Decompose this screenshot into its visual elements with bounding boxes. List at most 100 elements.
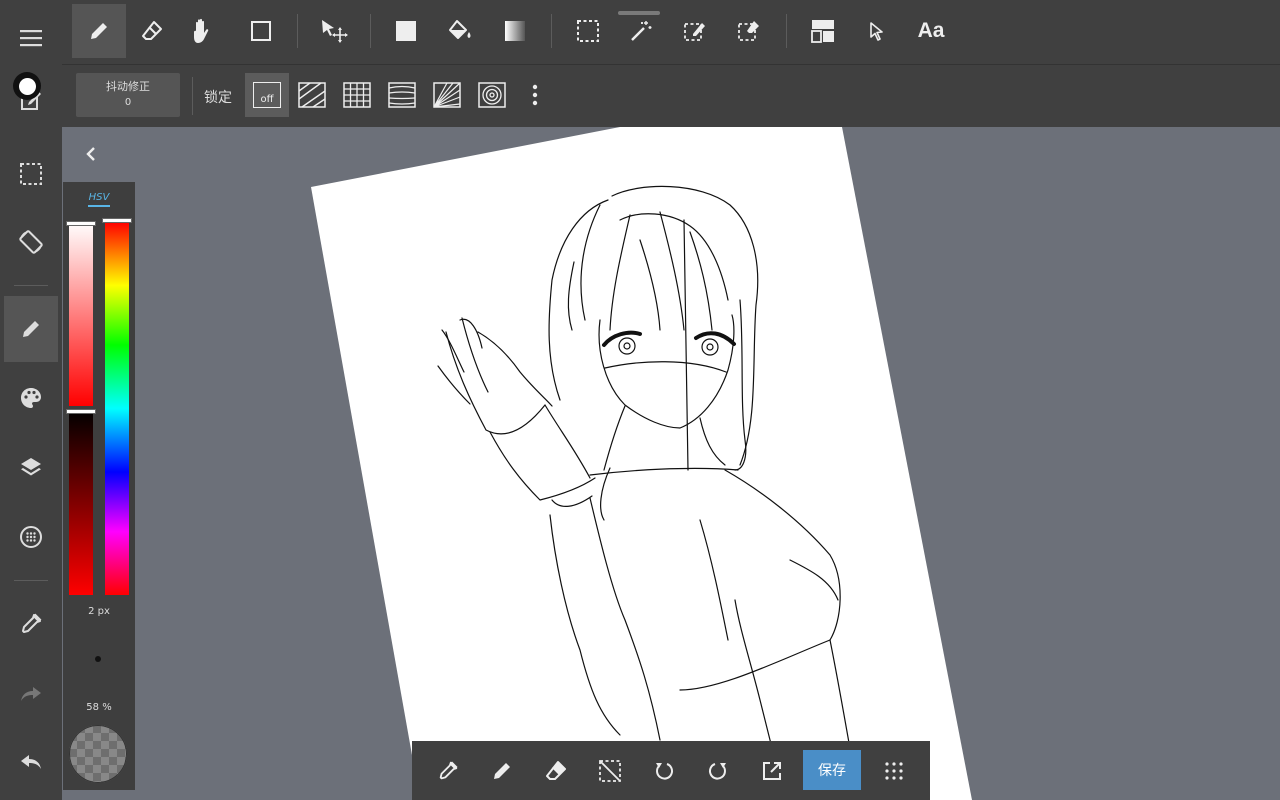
pointer-arrow-icon bbox=[870, 22, 883, 41]
eyedropper-icon bbox=[439, 761, 458, 780]
transform-button[interactable] bbox=[750, 749, 794, 793]
selection-pen-icon bbox=[684, 23, 705, 41]
magic-wand-icon bbox=[631, 21, 652, 41]
hue-handle[interactable] bbox=[103, 219, 131, 222]
hsv-tab-label: HSV bbox=[88, 192, 110, 203]
stabilizer-button[interactable]: 抖动修正 0 bbox=[76, 73, 180, 117]
chevron-left-icon bbox=[86, 147, 95, 161]
hue-slider[interactable] bbox=[105, 222, 129, 595]
value-slider[interactable] bbox=[69, 410, 93, 595]
frame-panel-icon bbox=[811, 20, 834, 43]
text-tool-button[interactable]: Aa bbox=[904, 4, 958, 58]
frame-divider-button[interactable] bbox=[796, 4, 850, 58]
hand-icon bbox=[194, 18, 209, 43]
paper-sheet bbox=[311, 127, 972, 800]
perspective-lines-icon bbox=[388, 82, 416, 108]
rotate-screen-icon bbox=[19, 230, 43, 254]
layers-button[interactable] bbox=[4, 440, 58, 494]
filled-square-icon bbox=[396, 21, 416, 41]
tab-underline bbox=[88, 205, 110, 207]
rotate-canvas-button[interactable] bbox=[4, 215, 58, 269]
brush-tool-button[interactable] bbox=[4, 296, 58, 362]
grid-ruler-button[interactable] bbox=[335, 73, 379, 117]
gradient-tool-button[interactable] bbox=[488, 4, 542, 58]
sidebar-divider bbox=[14, 580, 48, 581]
saturation-slider[interactable] bbox=[69, 222, 93, 406]
saturation-handle[interactable] bbox=[67, 222, 95, 225]
ruler-off-button[interactable]: off bbox=[245, 73, 289, 117]
palette-icon bbox=[21, 388, 41, 408]
move-tool-button[interactable] bbox=[307, 4, 361, 58]
eraser-icon bbox=[142, 21, 162, 40]
undo-icon bbox=[21, 755, 41, 769]
bottom-toolbar: 保存 bbox=[412, 741, 930, 800]
toolbar-divider bbox=[551, 14, 552, 48]
color-panel: HSV 2 px 58 % bbox=[63, 182, 135, 790]
shape-tool-button[interactable] bbox=[234, 4, 288, 58]
current-color-dot bbox=[18, 77, 36, 95]
selection-pen-button[interactable] bbox=[668, 4, 722, 58]
rotate-left-icon bbox=[656, 763, 674, 780]
top-toolbar: Aa bbox=[62, 0, 1280, 65]
bottom-eraser-button[interactable] bbox=[534, 749, 578, 793]
undo-button[interactable] bbox=[4, 735, 58, 789]
selection-button[interactable] bbox=[4, 147, 58, 201]
dots-circle-icon bbox=[20, 526, 42, 548]
brush-size-label[interactable]: 2 px bbox=[63, 606, 135, 617]
concentric-ruler-button[interactable] bbox=[470, 73, 514, 117]
vanishing-point-ruler-button[interactable] bbox=[425, 73, 469, 117]
operation-tool-button[interactable] bbox=[850, 4, 904, 58]
parallel-ruler-button[interactable] bbox=[290, 73, 334, 117]
bottom-grid-menu-button[interactable] bbox=[872, 749, 916, 793]
opacity-label[interactable]: 58 % bbox=[63, 702, 135, 713]
ruler-off-icon: off bbox=[253, 82, 281, 108]
eyedropper-icon bbox=[22, 613, 42, 633]
hsv-tab[interactable]: HSV bbox=[63, 192, 135, 207]
deselect-button[interactable] bbox=[588, 749, 632, 793]
canvas-area[interactable] bbox=[62, 127, 1280, 800]
select-tool-button[interactable] bbox=[561, 4, 615, 58]
ruler-off-label: off bbox=[260, 94, 274, 105]
redo-button[interactable] bbox=[4, 667, 58, 721]
eraser-icon bbox=[546, 761, 566, 780]
hand-tool-button[interactable] bbox=[176, 4, 230, 58]
move-arrows-icon bbox=[322, 20, 348, 43]
paint-bucket-icon bbox=[449, 20, 471, 39]
color-palette-button[interactable] bbox=[4, 371, 58, 425]
perspective-ruler-button[interactable] bbox=[380, 73, 424, 117]
text-tool-label: Aa bbox=[917, 19, 945, 42]
eyedropper-button[interactable] bbox=[4, 597, 58, 651]
pen-icon bbox=[494, 763, 510, 779]
rotate-right-button[interactable] bbox=[696, 749, 740, 793]
more-options-button[interactable] bbox=[515, 73, 555, 117]
toolbar-divider bbox=[297, 14, 298, 48]
hamburger-menu-icon bbox=[20, 30, 42, 47]
materials-button[interactable] bbox=[4, 510, 58, 564]
rotate-left-button[interactable] bbox=[642, 749, 686, 793]
collapse-panel-button[interactable] bbox=[80, 142, 102, 166]
deselect-icon bbox=[599, 760, 621, 782]
magic-wand-button[interactable] bbox=[614, 4, 668, 58]
menu-button[interactable] bbox=[4, 11, 58, 65]
sidebar-divider bbox=[14, 285, 48, 286]
selection-eraser-button[interactable] bbox=[722, 4, 776, 58]
fill-rectangle-tool-button[interactable] bbox=[379, 4, 433, 58]
eraser-tool-button[interactable] bbox=[125, 4, 179, 58]
layers-icon bbox=[21, 458, 41, 476]
value-handle[interactable] bbox=[67, 410, 95, 413]
current-color-indicator[interactable] bbox=[13, 72, 41, 100]
grid-icon bbox=[343, 82, 371, 108]
pen-icon bbox=[91, 23, 107, 39]
bottom-pen-button[interactable] bbox=[480, 749, 524, 793]
bucket-tool-button[interactable] bbox=[433, 4, 487, 58]
vanishing-point-icon bbox=[433, 82, 461, 108]
bottom-eyedropper-button[interactable] bbox=[426, 749, 470, 793]
brush-size-preview bbox=[95, 656, 101, 662]
save-button[interactable]: 保存 bbox=[803, 750, 861, 790]
lock-label: 锁定 bbox=[204, 90, 232, 106]
sub-toolbar: 抖动修正 0 锁定 off bbox=[62, 65, 1280, 127]
drawing-canvas[interactable] bbox=[62, 127, 1280, 800]
color-swatch[interactable] bbox=[69, 725, 127, 783]
pen-tool-button[interactable] bbox=[72, 4, 126, 58]
left-sidebar bbox=[0, 0, 62, 800]
